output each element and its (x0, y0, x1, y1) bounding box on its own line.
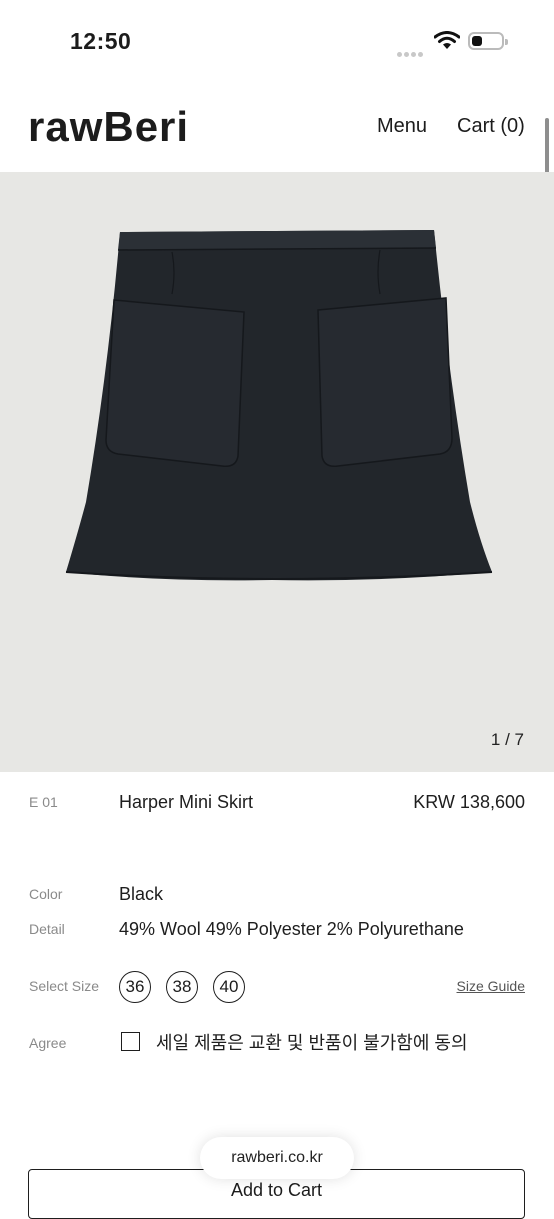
size-guide-link[interactable]: Size Guide (457, 978, 525, 994)
wifi-icon (433, 31, 461, 56)
browser-url-pill[interactable]: rawberi.co.kr (200, 1137, 354, 1179)
detail-value: 49% Wool 49% Polyester 2% Polyurethane (119, 919, 464, 939)
size-options: 36 38 40 (119, 971, 245, 1003)
agree-label: Agree (29, 1035, 67, 1051)
battery-icon (468, 32, 508, 50)
product-price: KRW 138,600 (413, 792, 525, 812)
site-header: rawBeri Menu Cart (0) (0, 84, 554, 172)
product-name: Harper Mini Skirt (119, 792, 254, 812)
status-time: 12:50 (70, 28, 132, 54)
product-image-gallery[interactable]: 1 / 7 (0, 172, 554, 772)
color-value: Black (119, 884, 164, 904)
color-label: Color (29, 886, 63, 902)
image-counter: 1 / 7 (490, 730, 524, 749)
detail-label: Detail (29, 921, 65, 937)
skirt-product-image (65, 230, 493, 581)
size-label: Select Size (29, 978, 100, 994)
size-option-38[interactable]: 38 (166, 971, 198, 1003)
size-option-36[interactable]: 36 (119, 971, 151, 1003)
agree-checkbox[interactable] (121, 1032, 140, 1051)
size-option-40[interactable]: 40 (213, 971, 245, 1003)
menu-link[interactable]: Menu (377, 115, 427, 138)
cart-link[interactable]: Cart (0) (457, 115, 525, 138)
brand-logo[interactable]: rawBeri (28, 104, 189, 150)
cellular-signal-icon (397, 44, 425, 62)
agree-text: 세일 제품은 교환 및 반품이 불가함에 동의 (156, 1033, 468, 1053)
status-bar: 12:50 (0, 0, 554, 84)
product-code: E 01 (29, 794, 58, 810)
